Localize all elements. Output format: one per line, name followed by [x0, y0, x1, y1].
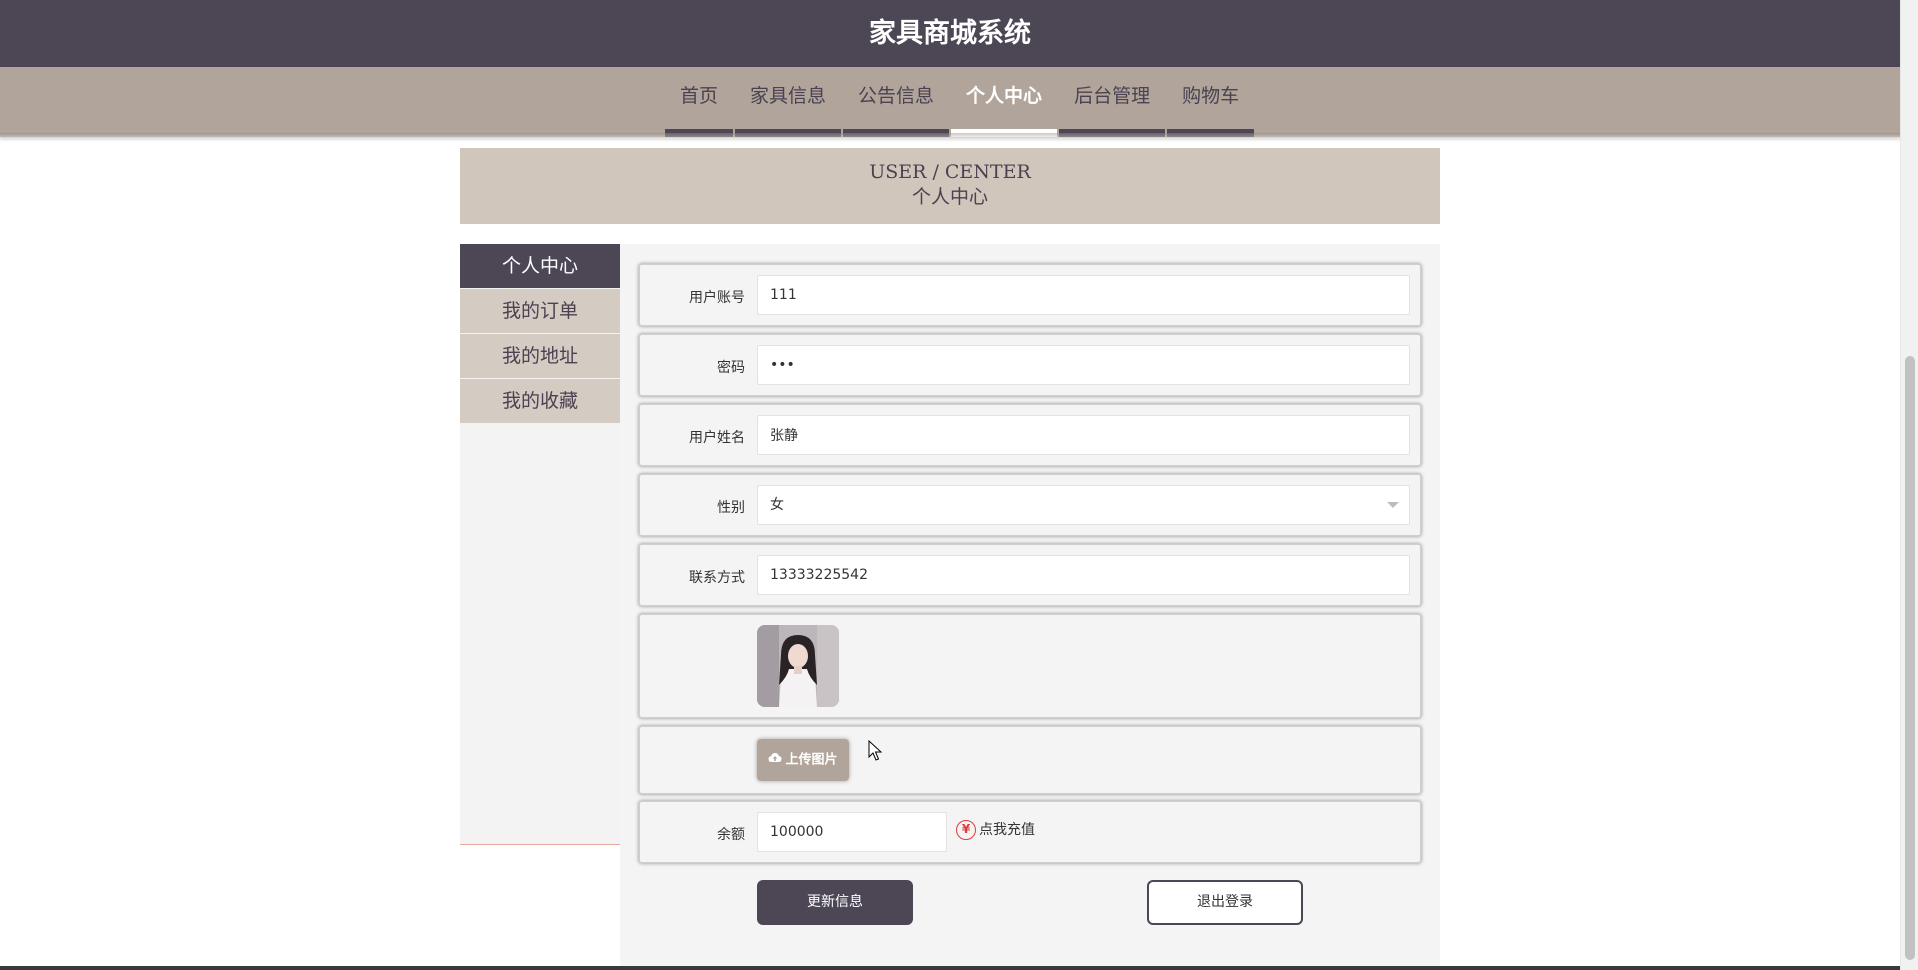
sidebar: 个人中心 我的订单 我的地址 我的收藏 — [460, 244, 620, 845]
form-row-account: 用户账号 — [639, 264, 1421, 326]
balance-input[interactable] — [757, 812, 947, 852]
page-bottom-edge — [0, 966, 1900, 970]
form-row-name: 用户姓名 — [639, 404, 1421, 466]
password-input[interactable] — [757, 345, 1410, 385]
gender-label: 性别 — [717, 500, 745, 516]
banner-title-en: USER / CENTER — [869, 161, 1031, 183]
upload-image-label: 上传图片 — [785, 752, 838, 768]
account-input[interactable] — [757, 275, 1410, 315]
phone-input[interactable] — [757, 555, 1410, 595]
scrollbar-thumb[interactable] — [1905, 356, 1915, 960]
nav-item-user-center[interactable]: 个人中心 — [950, 67, 1058, 137]
page-scrollbar[interactable] — [1900, 0, 1918, 970]
balance-label: 余额 — [717, 827, 745, 843]
sidebar-item-orders[interactable]: 我的订单 — [460, 289, 620, 334]
name-label: 用户姓名 — [689, 430, 745, 446]
form-row-password: 密码 — [639, 334, 1421, 396]
update-info-button[interactable]: 更新信息 — [757, 880, 913, 925]
logout-button[interactable]: 退出登录 — [1147, 880, 1303, 925]
site-title: 家具商城系统 — [0, 0, 1900, 67]
sidebar-item-addresses[interactable]: 我的地址 — [460, 334, 620, 379]
nav-items: 首页 家具信息 公告信息 个人中心 后台管理 购物车 — [664, 67, 1255, 137]
form-row-phone: 联系方式 — [639, 544, 1421, 606]
banner-title-cn: 个人中心 — [911, 186, 988, 208]
sidebar-item-user-center[interactable]: 个人中心 — [460, 244, 620, 289]
nav-shadow — [0, 133, 1900, 139]
mouse-pointer-icon — [868, 739, 883, 766]
chevron-down-icon — [1387, 502, 1399, 508]
yen-icon: ¥ — [956, 820, 976, 840]
nav-item-admin[interactable]: 后台管理 — [1058, 67, 1166, 137]
avatar — [757, 625, 839, 707]
form-row-balance: 余额 ¥点我充值 — [639, 801, 1421, 863]
sidebar-item-favorites[interactable]: 我的收藏 — [460, 379, 620, 424]
form-row-avatar — [639, 614, 1421, 718]
nav-item-cart[interactable]: 购物车 — [1166, 67, 1255, 137]
cloud-upload-icon — [768, 739, 782, 781]
page: 家具商城系统 首页 家具信息 公告信息 个人中心 后台管理 购物车 USER /… — [0, 0, 1918, 970]
recharge-label: 点我充值 — [979, 822, 1035, 838]
main-nav: 首页 家具信息 公告信息 个人中心 后台管理 购物车 — [0, 67, 1900, 137]
phone-label: 联系方式 — [689, 570, 745, 586]
nav-item-home[interactable]: 首页 — [664, 67, 734, 137]
password-label: 密码 — [717, 360, 745, 376]
gender-selected-value: 女 — [770, 497, 784, 513]
account-label: 用户账号 — [689, 290, 745, 306]
name-input[interactable] — [757, 415, 1410, 455]
upload-image-button[interactable]: 上传图片 — [757, 739, 849, 781]
form-row-gender: 性别 女 — [639, 474, 1421, 536]
nav-item-furniture[interactable]: 家具信息 — [734, 67, 842, 137]
profile-form: 用户账号 密码 用户姓名 性别 女 联系方式 — [620, 244, 1440, 970]
recharge-link[interactable]: ¥ 点我充值 — [956, 818, 1035, 842]
page-banner: USER / CENTER 个人中心 — [460, 148, 1440, 224]
avatar-photo-icon — [757, 625, 839, 707]
gender-select[interactable]: 女 — [757, 485, 1410, 525]
form-row-upload: 上传图片 — [639, 726, 1421, 794]
nav-item-announcements[interactable]: 公告信息 — [842, 67, 950, 137]
